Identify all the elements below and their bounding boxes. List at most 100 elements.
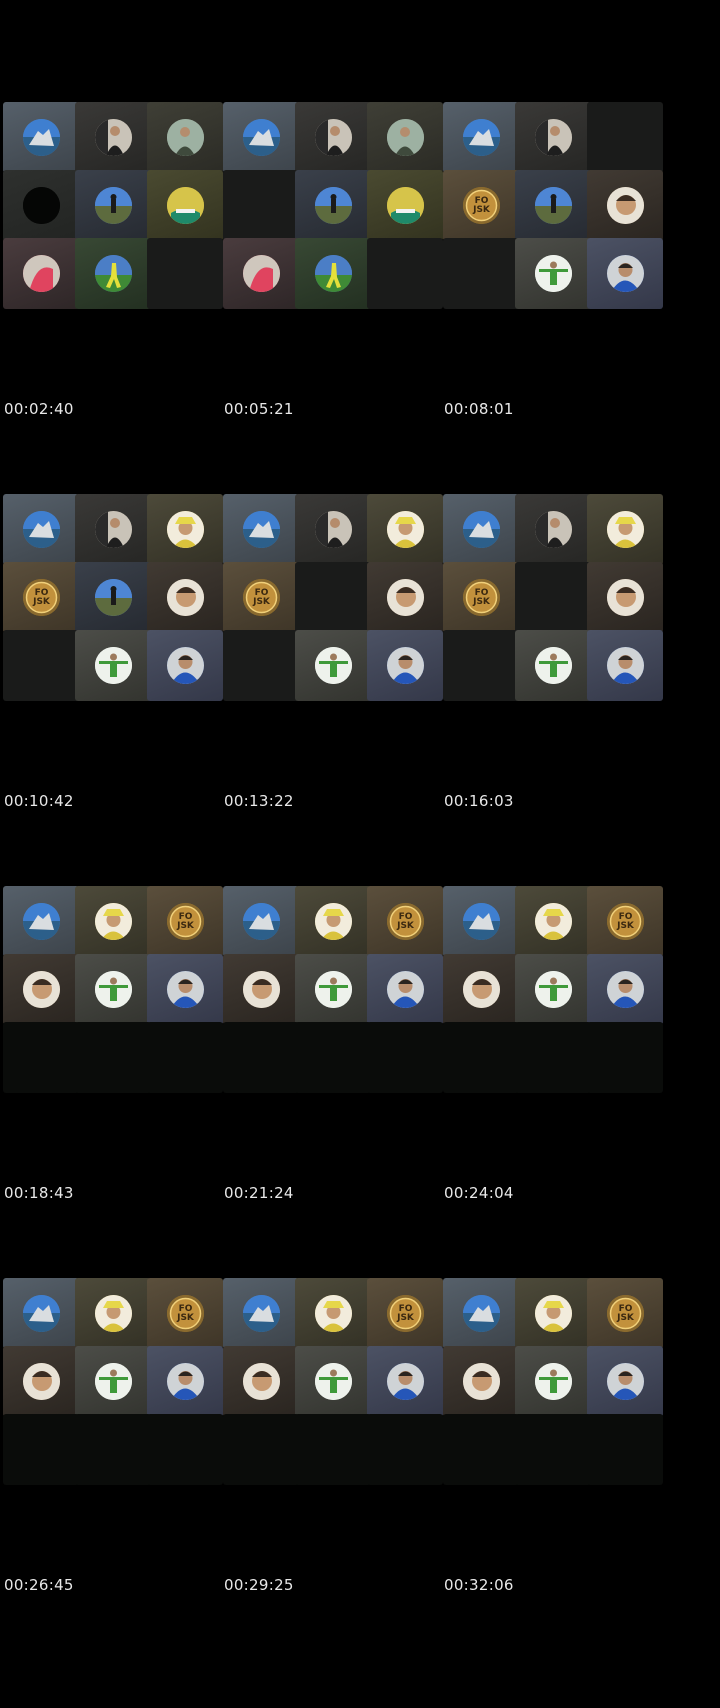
participant-tile[interactable] (3, 886, 79, 957)
participant-tile[interactable] (3, 1346, 79, 1417)
participant-tile[interactable] (515, 102, 591, 173)
participant-tile[interactable] (75, 562, 151, 633)
participant-avatar (607, 579, 644, 616)
snapshot-frame: FO JSK 00:26:45 (0, 1176, 235, 1594)
participant-tile[interactable] (295, 1346, 371, 1417)
participant-tile[interactable] (515, 1278, 591, 1349)
participant-tile[interactable] (3, 102, 79, 173)
participant-tile[interactable] (147, 954, 223, 1025)
participant-tile[interactable] (223, 1278, 299, 1349)
participant-tile[interactable] (75, 170, 151, 241)
participant-tile[interactable]: FO JSK (443, 170, 519, 241)
participant-tile[interactable] (295, 1278, 371, 1349)
participant-tile[interactable] (515, 1346, 591, 1417)
participant-tile[interactable] (587, 954, 663, 1025)
participant-tile[interactable] (147, 170, 223, 241)
participant-tile[interactable]: FO JSK (367, 1278, 443, 1349)
participant-tile[interactable]: FO JSK (443, 562, 519, 633)
participant-tile[interactable] (295, 170, 371, 241)
participant-tile[interactable] (295, 102, 371, 173)
participant-tile[interactable]: FO JSK (223, 562, 299, 633)
participant-tile[interactable]: FO JSK (367, 886, 443, 957)
participant-tile[interactable] (223, 494, 299, 565)
participant-tile[interactable] (295, 494, 371, 565)
participant-tile[interactable] (75, 102, 151, 173)
participant-tile[interactable] (515, 886, 591, 957)
participant-tile[interactable] (75, 1346, 151, 1417)
participant-tile[interactable] (443, 494, 519, 565)
participant-avatar (535, 1363, 572, 1400)
participant-tile[interactable] (223, 954, 299, 1025)
participant-tile[interactable] (223, 238, 299, 309)
participant-tile[interactable] (295, 630, 371, 701)
participant-tile[interactable] (147, 562, 223, 633)
participant-tile[interactable] (3, 170, 79, 241)
participant-tile[interactable] (223, 886, 299, 957)
participant-tile[interactable] (515, 630, 591, 701)
participant-tile[interactable] (75, 630, 151, 701)
participant-tile[interactable] (515, 954, 591, 1025)
participant-grid: FO JSK (220, 886, 455, 1108)
participant-tile[interactable] (75, 886, 151, 957)
empty-tile (367, 1414, 443, 1485)
participant-tile[interactable] (443, 102, 519, 173)
participant-tile[interactable] (147, 102, 223, 173)
empty-tile (223, 170, 299, 241)
participant-tile[interactable] (443, 1278, 519, 1349)
participant-tile[interactable] (295, 238, 371, 309)
participant-tile[interactable] (587, 630, 663, 701)
participant-tile[interactable] (3, 494, 79, 565)
participant-tile[interactable] (295, 886, 371, 957)
participant-tile[interactable] (367, 102, 443, 173)
participant-tile[interactable] (223, 1346, 299, 1417)
participant-tile[interactable]: FO JSK (147, 886, 223, 957)
participant-tile[interactable] (223, 102, 299, 173)
participant-tile[interactable] (147, 630, 223, 701)
participant-tile[interactable] (587, 170, 663, 241)
participant-tile[interactable] (367, 170, 443, 241)
participant-tile[interactable] (515, 170, 591, 241)
participant-tile[interactable] (515, 238, 591, 309)
participant-tile[interactable] (515, 494, 591, 565)
participant-tile[interactable] (367, 630, 443, 701)
participant-tile[interactable] (3, 238, 79, 309)
participant-avatar (535, 119, 572, 156)
participant-tile[interactable] (3, 954, 79, 1025)
participant-tile[interactable] (443, 886, 519, 957)
participant-tile[interactable] (75, 494, 151, 565)
participant-tile[interactable] (587, 562, 663, 633)
participant-tile[interactable]: FO JSK (587, 886, 663, 957)
participant-tile[interactable] (75, 1278, 151, 1349)
participant-avatar: FO JSK (607, 903, 644, 940)
participant-tile[interactable] (147, 494, 223, 565)
participant-tile[interactable] (75, 238, 151, 309)
participant-tile[interactable]: FO JSK (587, 1278, 663, 1349)
participant-tile[interactable] (367, 494, 443, 565)
participant-tile[interactable] (367, 954, 443, 1025)
participant-tile[interactable]: FO JSK (3, 562, 79, 633)
participant-avatar (315, 903, 352, 940)
participant-tile[interactable] (587, 1346, 663, 1417)
participant-grid (0, 102, 235, 324)
participant-tile[interactable] (587, 494, 663, 565)
participant-tile[interactable] (367, 562, 443, 633)
participant-tile[interactable] (3, 1278, 79, 1349)
participant-avatar (315, 1363, 352, 1400)
participant-avatar (23, 511, 60, 548)
participant-tile[interactable] (443, 1346, 519, 1417)
svg-text:JSK: JSK (176, 1313, 195, 1323)
participant-tile[interactable] (443, 954, 519, 1025)
participant-tile[interactable]: FO JSK (147, 1278, 223, 1349)
participant-avatar (315, 511, 352, 548)
participant-avatar: FO JSK (387, 1295, 424, 1332)
empty-tile (223, 1022, 299, 1093)
participant-avatar (23, 187, 60, 224)
participant-tile[interactable] (587, 238, 663, 309)
participant-tile[interactable] (295, 954, 371, 1025)
empty-tile (367, 1022, 443, 1093)
participant-tile[interactable] (75, 954, 151, 1025)
participant-tile[interactable] (147, 1346, 223, 1417)
participant-tile[interactable] (367, 1346, 443, 1417)
participant-avatar: FO JSK (167, 1295, 204, 1332)
participant-avatar (243, 971, 280, 1008)
